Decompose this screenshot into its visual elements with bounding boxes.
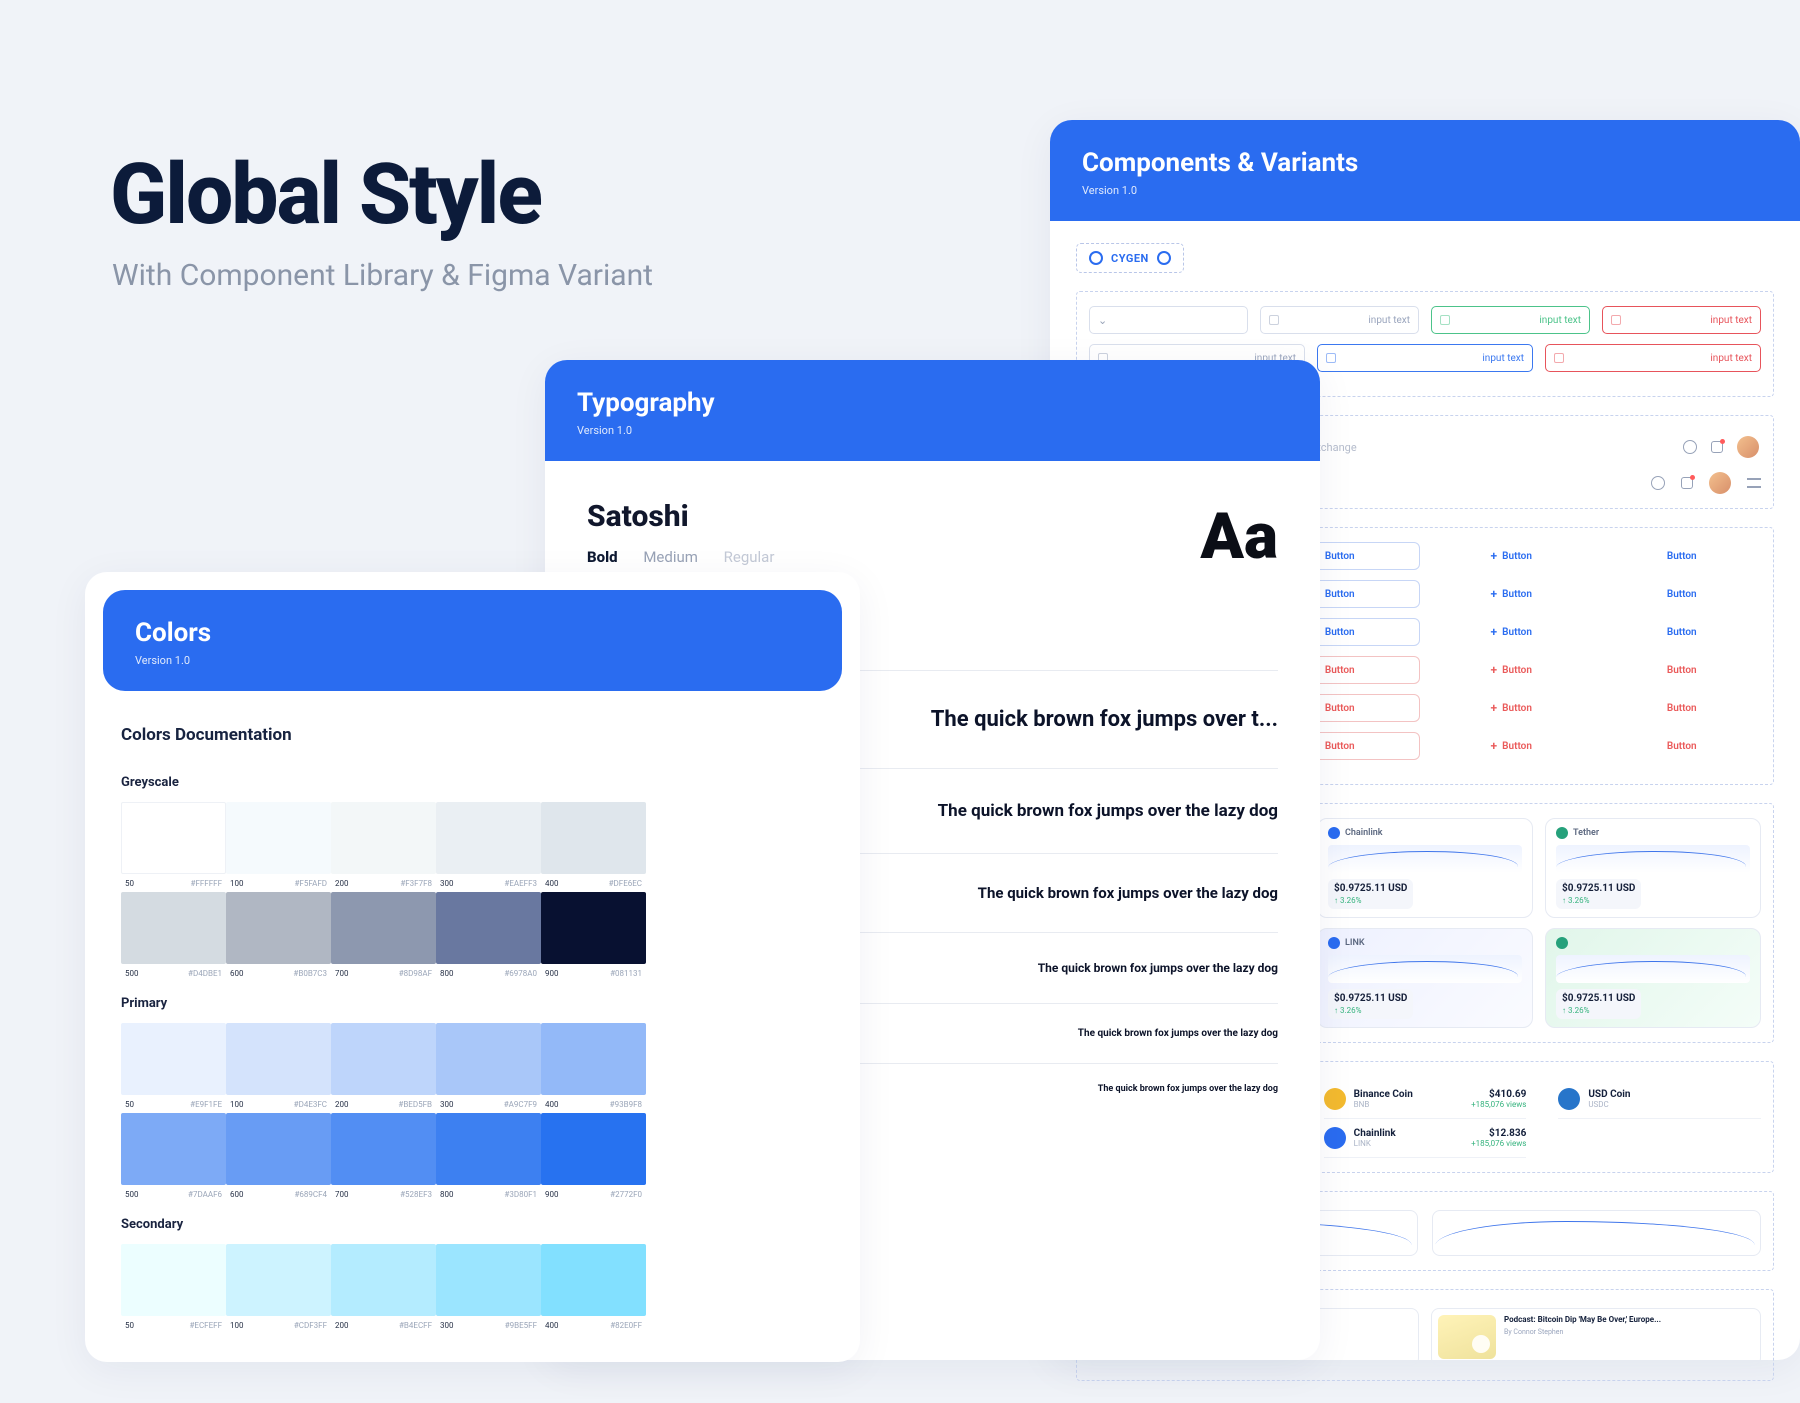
color-swatch: 800#3D80F1 [436,1113,541,1199]
components-header: Components & Variants Version 1.0 [1050,120,1800,221]
colors-version: Version 1.0 [135,654,810,667]
color-swatch: 100#D4E3FC [226,1023,331,1109]
coin-card[interactable]: Tether$0.9725.11 USD↑ 3.26% [1545,818,1761,918]
select-input[interactable] [1089,306,1248,334]
coin-card[interactable]: Chainlink$0.9725.11 USD↑ 3.26% [1317,818,1533,918]
podcast-thumb [1438,1315,1496,1359]
plus-icon: + [1491,664,1498,676]
typography-title: Typography [577,388,1288,418]
plus-icon: + [1491,702,1498,714]
color-swatch: 50#ECFEFF [121,1244,226,1330]
button-danger-text[interactable]: Button [1603,732,1762,760]
weight-regular: Regular [724,548,775,566]
plus-icon: + [1491,588,1498,600]
button-danger-ghost[interactable]: +Button [1432,694,1591,722]
input-icon [1554,353,1564,363]
color-swatch: 300#A9C7F9 [436,1023,541,1109]
page-subtitle: With Component Library & Figma Variant [112,258,653,293]
logo-mark-icon [1089,251,1103,265]
search-icon[interactable] [1651,476,1665,490]
plus-icon: + [1491,626,1498,638]
color-swatch: 100#F5FAFD [226,802,331,888]
components-title: Components & Variants [1082,148,1768,178]
color-swatch: 400#82E0FF [541,1244,646,1330]
text-input-success[interactable]: input text [1431,306,1590,334]
button-danger-ghost[interactable]: +Button [1432,732,1591,760]
avatar[interactable] [1737,436,1759,458]
button-text[interactable]: Button [1603,542,1762,570]
token-row[interactable]: ChainlinkLINK$12.836+185,076 views [1324,1119,1527,1158]
logo-chip: CYGEN [1076,243,1184,273]
button-text[interactable]: Button [1603,618,1762,646]
input-icon [1611,315,1621,325]
color-swatch: 400#93B9F8 [541,1023,646,1109]
font-specimen: Aa [1200,499,1278,574]
color-group-label: Primary [121,996,824,1011]
color-swatch: 700#8D98AF [331,892,436,978]
colors-header: Colors Version 1.0 [103,590,842,691]
podcast-title: Podcast: Bitcoin Dip 'May Be Over,' Euro… [1504,1315,1661,1325]
color-swatch: 300#9BE5FF [436,1244,541,1330]
font-name: Satoshi [587,499,774,534]
components-version: Version 1.0 [1082,184,1768,197]
color-swatch: 200#F3F7F8 [331,802,436,888]
color-swatch: 200#B4ECFF [331,1244,436,1330]
input-icon [1440,315,1450,325]
color-group-label: Greyscale [121,775,824,790]
menu-icon[interactable] [1747,478,1761,488]
logo-text: CYGEN [1111,252,1149,265]
color-swatch: 900#2772F0 [541,1113,646,1199]
input-icon [1269,315,1279,325]
page-title: Global Style [110,145,541,244]
color-swatch: 500#7DAAF6 [121,1113,226,1199]
input-icon [1326,353,1336,363]
coin-card[interactable]: $0.9725.11 USD↑ 3.26% [1545,928,1761,1028]
podcast-author: By Connor Stephen [1504,1328,1661,1336]
colors-card: Colors Version 1.0 Colors Documentation … [85,572,860,1362]
color-swatch: 800#6978A0 [436,892,541,978]
button-text[interactable]: Button [1603,580,1762,608]
color-swatch: 400#DFE6EC [541,802,646,888]
typography-header: Typography Version 1.0 [545,360,1320,461]
plus-icon: + [1491,740,1498,752]
text-input-error[interactable]: input text [1602,306,1761,334]
podcast-card[interactable]: Podcast: Bitcoin Dip 'May Be Over,' Euro… [1431,1308,1761,1366]
weight-medium: Medium [643,548,698,566]
colors-title: Colors [135,618,810,648]
color-swatch: 700#528EF3 [331,1113,436,1199]
text-input[interactable]: input text [1260,306,1419,334]
mini-chart [1432,1210,1761,1256]
color-swatch: 600#689CF4 [226,1113,331,1199]
search-icon[interactable] [1683,440,1697,454]
weight-bold: Bold [587,548,618,566]
color-swatch: 100#CDF3FF [226,1244,331,1330]
color-swatch: 50#E9F1FE [121,1023,226,1109]
color-swatch: 50#FFFFFF [121,802,226,888]
font-weights: Bold Medium Regular [587,548,774,566]
button-danger-text[interactable]: Button [1603,656,1762,684]
color-group-label: Secondary [121,1217,824,1232]
plus-icon: + [1491,550,1498,562]
bell-icon[interactable] [1711,441,1723,453]
avatar[interactable] [1709,472,1731,494]
logo-mark-icon [1157,251,1171,265]
colors-doc-title: Colors Documentation [121,725,824,745]
typography-version: Version 1.0 [577,424,1288,437]
color-swatch: 200#BED5FB [331,1023,436,1109]
button-danger-ghost[interactable]: +Button [1432,656,1591,684]
bell-icon[interactable] [1681,477,1693,489]
button-ghost[interactable]: +Button [1432,542,1591,570]
token-row[interactable]: Binance CoinBNB$410.69+185,076 views [1324,1080,1527,1119]
color-swatch: 500#D4DBE1 [121,892,226,978]
color-swatch: 900#081131 [541,892,646,978]
text-input-active[interactable]: input text [1317,344,1533,372]
coin-card[interactable]: LINK$0.9725.11 USD↑ 3.26% [1317,928,1533,1028]
token-row[interactable]: USD CoinUSDC [1558,1080,1761,1119]
color-swatch: 300#EAEFF3 [436,802,541,888]
button-ghost[interactable]: +Button [1432,580,1591,608]
button-danger-text[interactable]: Button [1603,694,1762,722]
text-input-error[interactable]: input text [1545,344,1761,372]
button-ghost[interactable]: +Button [1432,618,1591,646]
color-swatch: 600#B0B7C3 [226,892,331,978]
